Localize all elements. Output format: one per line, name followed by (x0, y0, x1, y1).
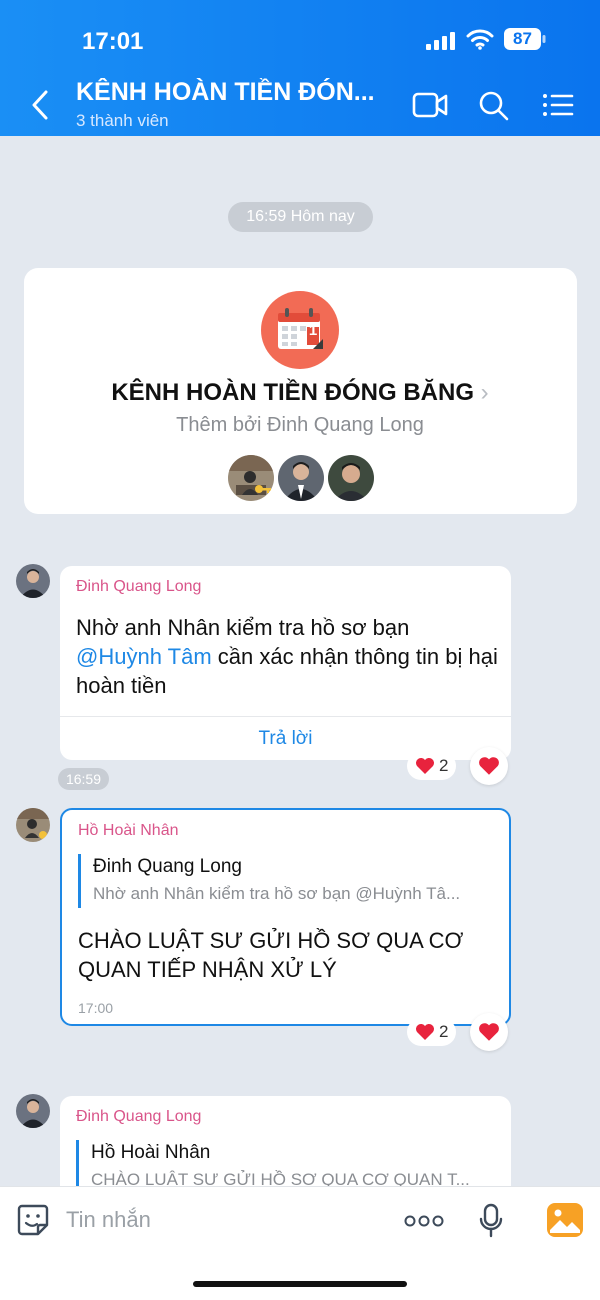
react-button[interactable] (470, 747, 508, 785)
message-text: CHÀO LUẬT SƯ GỬI HỒ SƠ QUA CƠ QUAN TIẾP … (78, 928, 464, 982)
search-icon[interactable] (478, 90, 510, 122)
group-card-title[interactable]: KÊNH HOÀN TIỀN ĐÓNG BĂNG › (0, 379, 600, 407)
react-button[interactable] (470, 1013, 508, 1051)
group-name: KÊNH HOÀN TIỀN ĐÓNG BĂNG (111, 379, 474, 406)
quoted-sender: Hồ Hoài Nhân (91, 1142, 211, 1163)
gallery-icon[interactable] (547, 1203, 583, 1237)
battery-level: 87 (513, 29, 532, 48)
sender-avatar[interactable] (16, 564, 50, 598)
sender-name: Hồ Hoài Nhân (78, 822, 179, 839)
wifi-icon (466, 29, 494, 50)
signal-icon (426, 32, 455, 50)
member-count[interactable]: 3 thành viên (76, 111, 169, 131)
heart-icon (479, 1023, 499, 1041)
reaction-summary[interactable]: 2 (407, 752, 457, 780)
more-icon[interactable] (404, 1215, 444, 1227)
chat-title[interactable]: KÊNH HOÀN TIỀN ĐÓN... (76, 78, 376, 107)
back-icon[interactable] (28, 88, 52, 122)
home-indicator (193, 1281, 407, 1287)
quoted-sender: Đinh Quang Long (93, 856, 242, 877)
sender-avatar[interactable] (16, 1094, 50, 1128)
chevron-right-icon: › (480, 379, 489, 406)
reaction-summary[interactable]: 2 (407, 1018, 457, 1046)
heart-icon (416, 758, 434, 774)
message-time: 17:00 (78, 1000, 114, 1016)
calendar-day: 1 (308, 322, 318, 339)
heart-icon (479, 757, 499, 775)
reaction-count: 2 (439, 756, 449, 775)
member-avatar[interactable] (278, 455, 324, 501)
reaction-count: 2 (439, 1022, 449, 1041)
key-icon (255, 485, 271, 493)
chat-header: 17:01 87 KÊNH HOÀN TIỀN ĐÓN... 3 thành v… (0, 0, 600, 136)
message-text: Nhờ anh Nhân kiểm tra hồ sơ bạn @Huỳnh T… (76, 613, 501, 700)
member-avatar[interactable] (328, 455, 374, 501)
video-call-icon[interactable] (412, 90, 448, 120)
group-card-subtitle: Thêm bởi Đinh Quang Long (176, 414, 424, 436)
calendar-icon (261, 291, 339, 369)
message-bubble[interactable]: Hồ Hoài Nhân Đinh Quang Long Nhờ anh Nhâ… (60, 808, 511, 1026)
mic-icon[interactable] (478, 1203, 504, 1239)
sticker-icon[interactable] (16, 1203, 50, 1237)
message-bubble[interactable]: Đinh Quang Long Nhờ anh Nhân kiểm tra hồ… (60, 566, 511, 760)
sender-name: Đinh Quang Long (76, 1108, 202, 1125)
status-time: 17:01 (82, 28, 144, 55)
message-text-part: Nhờ anh Nhân kiểm tra hồ sơ bạn (76, 615, 410, 640)
heart-icon (416, 1024, 434, 1040)
sender-name: Đinh Quang Long (76, 578, 202, 595)
quoted-message[interactable]: Đinh Quang Long Nhờ anh Nhân kiểm tra hồ… (78, 854, 488, 908)
message-time: 16:59 (58, 768, 109, 790)
menu-icon[interactable] (542, 92, 574, 118)
quoted-text: Nhờ anh Nhân kiểm tra hồ sơ bạn @Huỳnh T… (93, 884, 461, 903)
date-separator: 16:59 Hôm nay (228, 202, 373, 232)
mention-link[interactable]: @Huỳnh Tâm (76, 644, 212, 669)
battery-indicator: 87 (504, 28, 546, 50)
message-input[interactable]: Tin nhắn (66, 1207, 151, 1233)
sender-avatar[interactable] (16, 808, 50, 842)
